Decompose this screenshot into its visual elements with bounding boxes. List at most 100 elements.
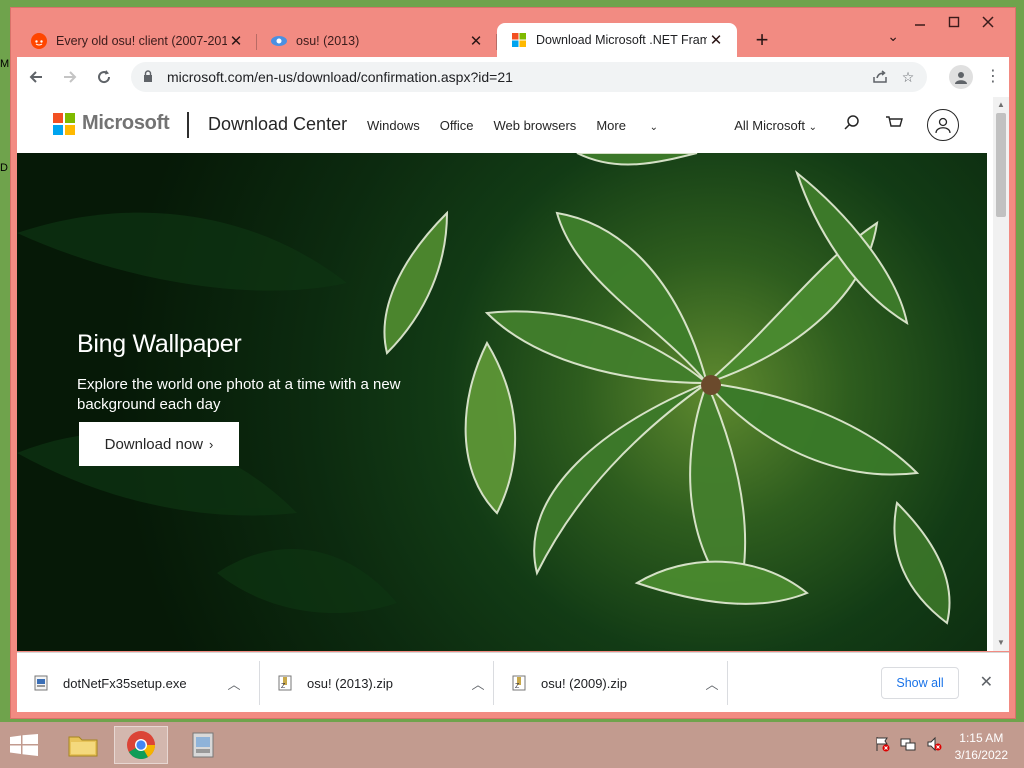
tab-osu-2013[interactable]: osu! (2013) ✕ xyxy=(257,25,497,57)
forward-arrow-icon[interactable] xyxy=(55,62,85,92)
nav-more[interactable]: More ⌄ xyxy=(596,118,678,133)
search-icon[interactable] xyxy=(843,114,861,137)
nav-web-browsers[interactable]: Web browsers xyxy=(493,118,576,133)
download-filename: dotNetFx35setup.exe xyxy=(63,675,187,691)
action-center-flag-icon[interactable] xyxy=(874,736,890,752)
all-microsoft-menu[interactable]: All Microsoft ⌄ xyxy=(734,118,817,133)
scroll-down-arrow-icon[interactable]: ▼ xyxy=(996,638,1006,648)
window-controls xyxy=(903,10,1005,34)
microsoft-logo[interactable]: Microsoft xyxy=(53,112,170,135)
download-filename: osu! (2013).zip xyxy=(307,675,393,691)
page-scrollbar[interactable]: ▲ ▼ xyxy=(993,97,1009,651)
download-now-button[interactable]: Download now › xyxy=(79,422,239,466)
chevron-down-icon: ⌄ xyxy=(649,122,658,133)
system-tray xyxy=(874,736,942,752)
tab-close-icon[interactable]: ✕ xyxy=(707,31,725,49)
maximize-icon xyxy=(948,16,960,28)
browser-toolbar: microsoft.com/en-us/download/confirmatio… xyxy=(17,57,1009,97)
downloads-bar: dotNetFx35setup.exe ︿ Z osu! (2013).zip … xyxy=(17,652,1009,712)
scroll-up-arrow-icon[interactable]: ▲ xyxy=(996,100,1006,110)
download-now-label: Download now xyxy=(104,435,204,453)
nav-office[interactable]: Office xyxy=(440,118,474,133)
hero-text: Bing Wallpaper Explore the world one pho… xyxy=(77,330,427,415)
folder-icon xyxy=(68,736,98,757)
download-center-link[interactable]: Download Center xyxy=(208,114,347,135)
reddit-icon xyxy=(31,33,47,49)
tab-close-icon[interactable]: ✕ xyxy=(467,32,485,50)
address-bar[interactable]: microsoft.com/en-us/download/confirmatio… xyxy=(131,62,927,92)
chevron-right-icon: › xyxy=(209,436,214,452)
brand-name: Microsoft xyxy=(82,112,170,134)
close-icon xyxy=(982,16,994,28)
zip-icon: Z xyxy=(511,675,527,691)
download-item-dotnet[interactable]: dotNetFx35setup.exe ︿ xyxy=(17,667,249,699)
taskbar-file-explorer[interactable] xyxy=(56,726,110,764)
tab-title: Every old osu! client (2007-2015) xyxy=(56,34,227,48)
minimize-button[interactable] xyxy=(903,10,937,34)
chrome-icon xyxy=(127,731,155,759)
tab-dotnet-download[interactable]: Download Microsoft .NET Framew ✕ xyxy=(497,23,737,57)
download-separator xyxy=(727,661,728,705)
tab-close-icon[interactable]: ✕ xyxy=(227,32,245,50)
microsoft-icon xyxy=(511,32,527,48)
profile-avatar-icon[interactable] xyxy=(949,65,973,89)
download-separator xyxy=(259,661,260,705)
hero-title: Bing Wallpaper xyxy=(77,330,242,358)
site-header-right: All Microsoft ⌄ xyxy=(734,109,959,141)
show-all-downloads-button[interactable]: Show all xyxy=(881,667,959,699)
clock-time: 1:15 AM xyxy=(959,731,1004,745)
start-button[interactable] xyxy=(10,734,38,756)
microsoft-logo-icon xyxy=(53,112,75,135)
scrollbar-thumb[interactable] xyxy=(996,113,1006,217)
svg-text:Z: Z xyxy=(281,683,286,690)
site-header: Microsoft Download Center Windows Office… xyxy=(17,97,987,153)
back-arrow-icon[interactable] xyxy=(21,62,51,92)
cart-icon[interactable] xyxy=(885,114,903,137)
all-microsoft-label: All Microsoft xyxy=(734,117,805,133)
svg-text:Z: Z xyxy=(515,683,520,690)
account-avatar-icon[interactable] xyxy=(927,109,959,141)
header-divider xyxy=(187,112,189,138)
download-item-osu-2013[interactable]: Z osu! (2013).zip ︿ xyxy=(261,667,493,699)
tab-osu-clients[interactable]: Every old osu! client (2007-2015) ✕ xyxy=(17,25,257,57)
site-nav: Windows Office Web browsers More ⌄ xyxy=(367,118,698,133)
tab-title: Download Microsoft .NET Framew xyxy=(536,33,707,47)
taskbar: 1:15 AM 3/16/2022 xyxy=(0,722,1024,768)
bookmark-star-icon[interactable]: ☆ xyxy=(895,64,921,90)
zip-icon: Z xyxy=(277,675,293,691)
tab-title: osu! (2013) xyxy=(296,34,360,48)
chevron-up-icon[interactable]: ︿ xyxy=(463,674,493,693)
nav-windows[interactable]: Windows xyxy=(367,118,420,133)
maximize-button[interactable] xyxy=(937,10,971,34)
exe-icon xyxy=(33,675,49,691)
close-downloads-icon[interactable]: ✕ xyxy=(980,672,993,692)
lock-icon[interactable] xyxy=(143,69,161,85)
close-window-button[interactable] xyxy=(971,10,1005,34)
taskbar-clock[interactable]: 1:15 AM 3/16/2022 xyxy=(955,730,1008,764)
reload-icon[interactable] xyxy=(89,62,119,92)
hero-description: Explore the world one photo at a time wi… xyxy=(77,376,401,413)
download-item-osu-2009[interactable]: Z osu! (2009).zip ︿ xyxy=(495,667,727,699)
browser-window: ⌄ Every old osu! client (2007-2015) ✕ os… xyxy=(10,7,1016,719)
clock-date: 3/16/2022 xyxy=(954,748,1008,762)
application-icon xyxy=(192,732,214,758)
volume-muted-icon[interactable] xyxy=(926,736,942,752)
windows-logo-icon xyxy=(10,734,38,756)
download-filename: osu! (2009).zip xyxy=(541,675,627,691)
page-content: Microsoft Download Center Windows Office… xyxy=(17,97,1009,651)
url-text[interactable]: microsoft.com/en-us/download/confirmatio… xyxy=(167,69,513,85)
hero-banner: Bing Wallpaper Explore the world one pho… xyxy=(17,153,987,651)
taskbar-chrome[interactable] xyxy=(114,726,168,764)
chevron-down-icon: ⌄ xyxy=(808,121,817,133)
download-separator xyxy=(493,661,494,705)
chevron-up-icon[interactable]: ︿ xyxy=(697,674,727,693)
taskbar-app-3[interactable] xyxy=(176,726,230,764)
nav-more-label: More xyxy=(596,118,626,133)
chevron-up-icon[interactable]: ︿ xyxy=(219,674,249,693)
minimize-icon xyxy=(915,24,925,26)
share-icon[interactable] xyxy=(867,64,893,90)
more-menu-icon[interactable]: ⋮ xyxy=(985,66,1001,86)
tab-strip: Every old osu! client (2007-2015) ✕ osu!… xyxy=(17,19,895,57)
network-icon[interactable] xyxy=(900,736,916,752)
new-tab-plus-icon[interactable]: + xyxy=(747,25,777,55)
